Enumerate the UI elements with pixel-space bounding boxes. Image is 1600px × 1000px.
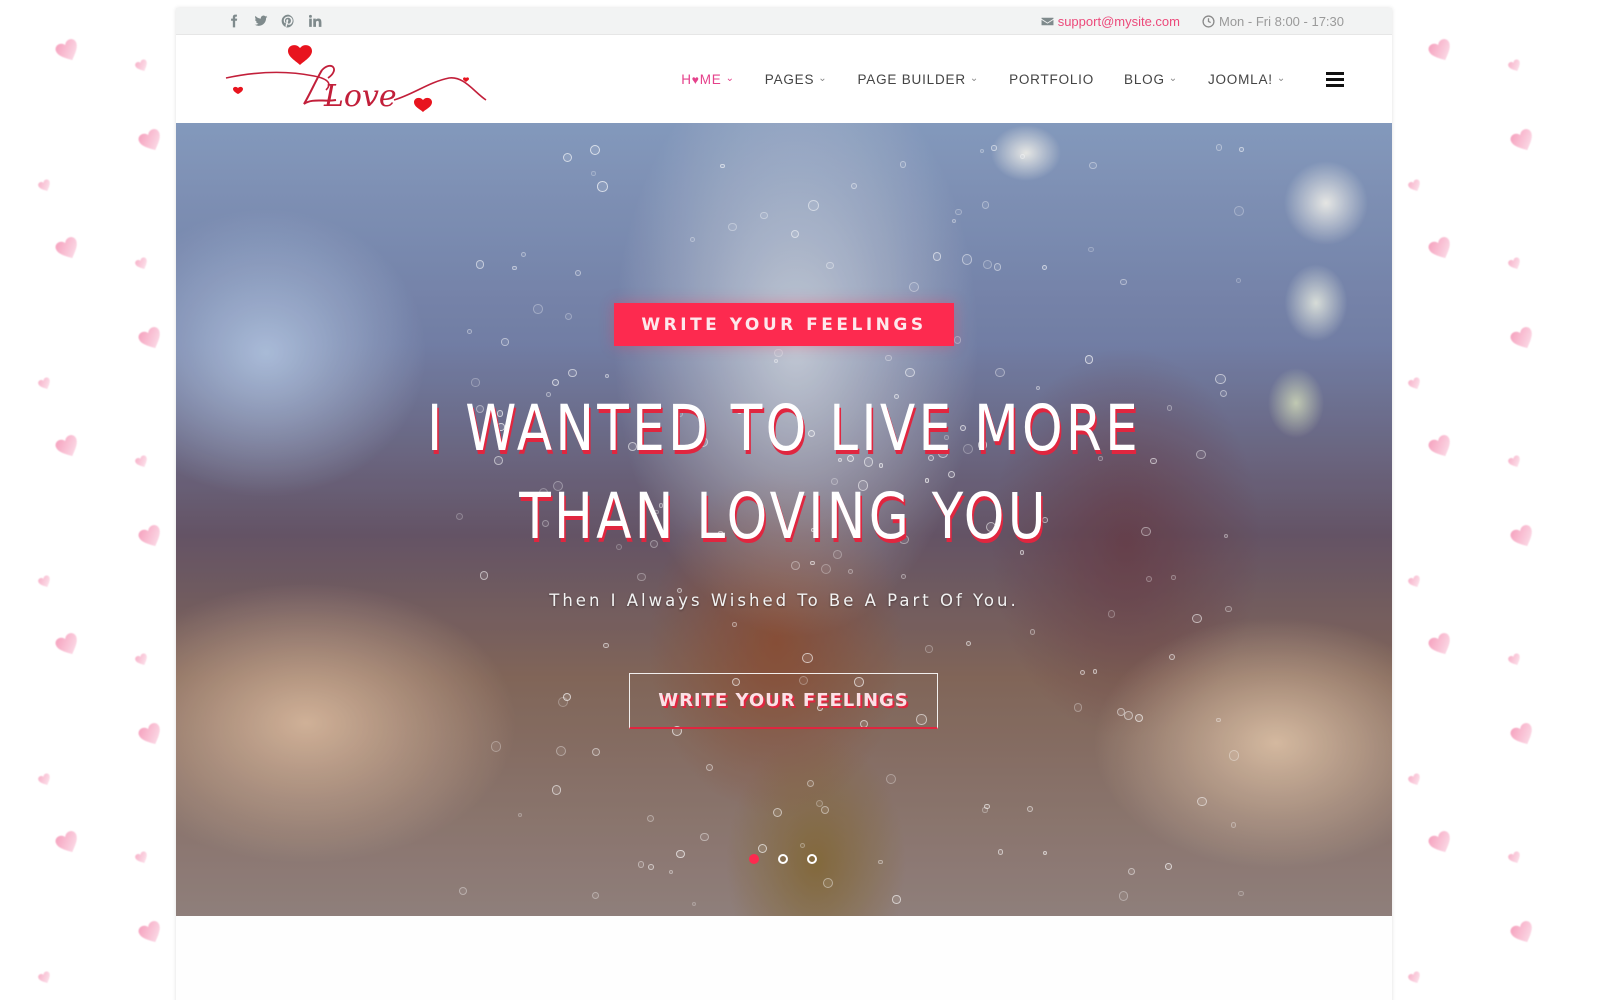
heart-icon <box>1425 234 1458 265</box>
email-contact[interactable]: support@mysite.com <box>1041 14 1180 29</box>
heart-icon <box>1507 324 1540 355</box>
write-feelings-cta-button[interactable]: WRITE YOUR FEELINGS <box>629 673 938 729</box>
heart-icon <box>1425 432 1458 463</box>
slider-pagination <box>749 854 817 864</box>
heart-icon <box>133 454 151 471</box>
heart-icon <box>1506 58 1524 75</box>
nav-label: BLOG <box>1124 71 1165 87</box>
heart-icon <box>1406 772 1424 789</box>
hours-info: Mon - Fri 8:00 - 17:30 <box>1202 14 1344 29</box>
heart-icon <box>52 36 85 67</box>
heart-icon <box>1406 574 1424 591</box>
heart-icon <box>52 630 85 661</box>
heart-icon <box>133 256 151 273</box>
heart-icon <box>1425 828 1458 859</box>
nav-label: JOOMLA! <box>1207 71 1273 87</box>
email-link[interactable]: support@mysite.com <box>1058 14 1180 29</box>
heart-icon <box>52 234 85 265</box>
heart-icon: ♥ <box>691 72 700 87</box>
heart-icon <box>1507 720 1540 751</box>
heart-icon <box>52 432 85 463</box>
chevron-down-icon: ⌄ <box>969 72 980 84</box>
social-links <box>226 14 322 29</box>
nav-label: PORTFOLIO <box>1009 71 1095 87</box>
heart-icon <box>133 850 151 867</box>
nav-item-home[interactable]: H♥ME ⌄ <box>681 72 735 87</box>
slider-dot-1[interactable] <box>749 854 759 864</box>
love-logo-icon: Love <box>225 45 487 114</box>
nav-item-blog[interactable]: BLOG ⌄ <box>1124 72 1178 87</box>
chevron-down-icon: ⌄ <box>725 72 735 84</box>
heart-icon <box>36 970 54 987</box>
heart-icon <box>1406 970 1424 987</box>
heart-icon <box>1507 918 1540 949</box>
slider-dot-3[interactable] <box>807 854 817 864</box>
site-header: Love H♥ME ⌄ PAGES ⌄ PAGE BUILDER ⌄ PORTF… <box>176 35 1392 123</box>
main-nav: H♥ME ⌄ PAGES ⌄ PAGE BUILDER ⌄ PORTFOLIO … <box>681 71 1344 87</box>
chevron-down-icon: ⌄ <box>818 72 828 84</box>
linkedin-icon[interactable] <box>307 14 322 29</box>
heart-icon <box>135 720 168 751</box>
nav-item-pages[interactable]: PAGES ⌄ <box>765 72 828 87</box>
hamburger-menu-icon[interactable] <box>1326 71 1344 87</box>
heart-icon <box>36 376 54 393</box>
heart-icon <box>135 522 168 553</box>
heart-icon <box>133 58 151 75</box>
nav-item-portfolio[interactable]: PORTFOLIO <box>1009 72 1094 87</box>
heart-icon <box>36 574 54 591</box>
hours-text: Mon - Fri 8:00 - 17:30 <box>1219 13 1344 29</box>
write-feelings-tag-button[interactable]: WRITE YOUR FEELINGS <box>614 303 954 346</box>
heart-icon <box>1406 376 1424 393</box>
heart-icon <box>1406 178 1424 195</box>
hero-subtitle: Then I Always Wished To Be A Part Of You… <box>549 591 1019 610</box>
heart-icon <box>1506 850 1524 867</box>
chevron-down-icon: ⌄ <box>1276 72 1286 84</box>
contact-info: support@mysite.com Mon - Fri 8:00 - 17:3… <box>1041 14 1344 29</box>
logo-text: Love <box>323 79 397 114</box>
page-container: support@mysite.com Mon - Fri 8:00 - 17:3… <box>176 8 1392 1000</box>
heart-icon <box>52 828 85 859</box>
twitter-icon[interactable] <box>253 14 268 29</box>
slider-dot-2[interactable] <box>778 854 788 864</box>
heart-icon <box>133 652 151 669</box>
heart-icon <box>135 126 168 157</box>
nav-label: PAGE BUILDER <box>857 71 966 87</box>
heart-icon <box>1507 522 1540 553</box>
pinterest-icon[interactable] <box>280 14 295 29</box>
heart-icon <box>135 918 168 949</box>
nav-item-page-builder[interactable]: PAGE BUILDER ⌄ <box>857 72 979 87</box>
nav-label-home: H♥ME <box>681 71 722 87</box>
nav-item-joomla[interactable]: JOOMLA! ⌄ <box>1208 72 1286 87</box>
heart-icon <box>1506 652 1524 669</box>
heart-icon <box>1506 256 1524 273</box>
heart-icon <box>36 178 54 195</box>
heart-icon <box>1506 454 1524 471</box>
chevron-down-icon: ⌄ <box>1168 72 1178 84</box>
facebook-icon[interactable] <box>226 14 241 29</box>
heart-icon <box>1507 126 1540 157</box>
hero-content: WRITE YOUR FEELINGS I WANTED TO LIVE MOR… <box>176 123 1392 916</box>
heart-icon <box>1425 36 1458 67</box>
top-bar: support@mysite.com Mon - Fri 8:00 - 17:3… <box>176 8 1392 35</box>
heart-icon <box>135 324 168 355</box>
clock-icon <box>1202 14 1215 28</box>
nav-label: PAGES <box>764 71 815 87</box>
heart-icon <box>1425 630 1458 661</box>
hero-title: I WANTED TO LIVE MORE THAN LOVING YOU <box>426 392 1141 553</box>
heart-icon <box>36 772 54 789</box>
envelope-icon <box>1041 17 1054 25</box>
site-logo[interactable]: Love <box>224 42 488 116</box>
hero-slider: WRITE YOUR FEELINGS I WANTED TO LIVE MOR… <box>176 123 1392 916</box>
